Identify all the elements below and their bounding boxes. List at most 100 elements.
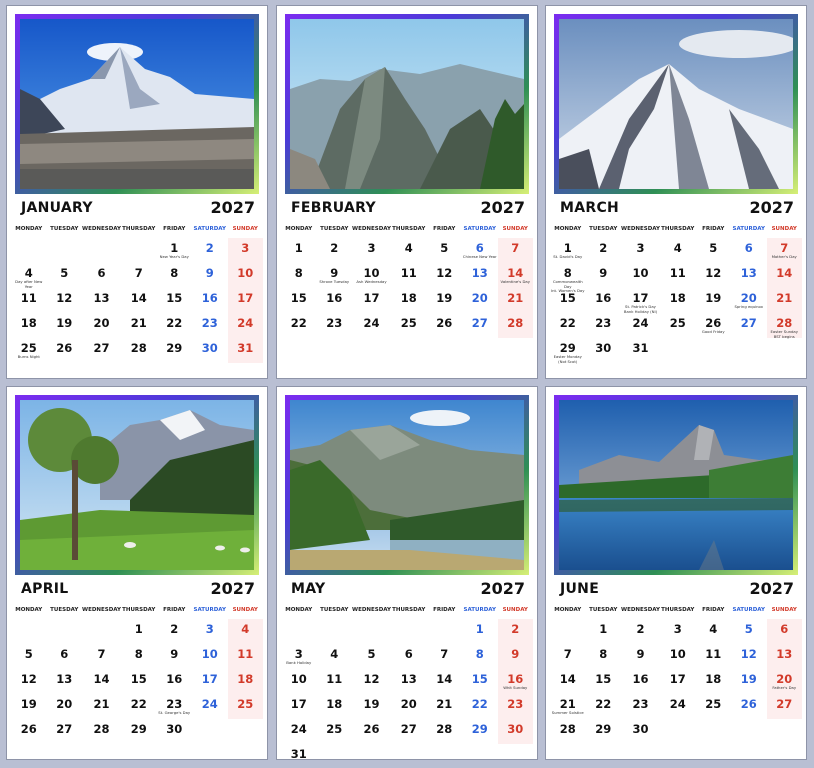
day-number: 17 [290,697,307,711]
day-cell: 4 [696,619,732,644]
day-cell: 25 [696,694,732,719]
day-number: 6 [404,647,413,661]
holiday-note: Spring equinox [734,304,764,309]
day-number: 27 [740,316,757,330]
day-cell: 15 [586,669,622,694]
day-cell [121,363,157,378]
day-number: 6 [475,241,484,255]
weekday-header: SATURDAY [732,226,766,232]
day-cell: 5 [47,263,83,288]
mountain-photo-ben-nevis [290,400,524,570]
weekday-header: FRIDAY [702,226,725,232]
day-number: 20 [471,291,488,305]
weekday-header: SATURDAY [193,607,227,613]
day-number: 3 [673,622,682,636]
weekday-header: WEDNESDAY [82,607,121,613]
day-cell [660,744,696,759]
holiday-note: Mother's Day [771,254,797,259]
day-cell: 11 [696,644,732,669]
month-grid: MONDAY TUESDAY WEDNESDAY THURSDAY FRIDAY SATU… [11,605,263,755]
day-cell: 27 [462,313,498,338]
day-number: 19 [56,316,73,330]
day-number: 26 [705,316,722,330]
day-cell [157,744,193,759]
day-cell [121,238,157,263]
day-cell [11,744,47,759]
day-cell: 2 [317,238,353,263]
day-cell: 2 [497,619,533,644]
day-number: 8 [294,266,303,280]
day-cell: 13 [766,644,802,669]
day-cell: 20 [47,694,83,719]
day-number: 14 [776,266,793,280]
day-cell: 22 [121,694,157,719]
day-cell: 31Bank Holiday [281,744,317,759]
day-cell: 26 [352,719,391,744]
holiday-note: Burns Night [17,354,40,359]
weekday-header: SUNDAY [502,226,528,232]
day-number: 14 [436,672,453,686]
day-number: 28 [559,722,576,736]
day-cell: 12 [696,263,732,288]
day-cell: 18 [696,669,732,694]
day-cell: 16 [621,669,660,694]
day-number: 6 [60,647,69,661]
day-cell: 28 [497,313,533,338]
weekday-header: TUESDAY [320,607,349,613]
day-number: 8 [170,266,179,280]
day-cell: 6 [391,644,427,669]
weekday-header: FRIDAY [163,226,186,232]
day-number: 19 [436,291,453,305]
month-grid: MONDAY TUESDAY WEDNESDAY THURSDAY FRIDAY SATU… [550,224,802,374]
weekday-header: WEDNESDAY [82,226,121,232]
day-cell: 24 [281,719,317,744]
day-cell: 15 [121,669,157,694]
day-number: 28 [776,316,793,330]
day-cell [352,744,391,759]
day-cell: 14 [82,669,121,694]
day-number: 9 [599,266,608,280]
day-cell [696,744,732,759]
holiday-note: Summer Solstice [551,710,584,715]
day-cell: 7 Mother's Day [766,238,802,263]
day-number: 13 [740,266,757,280]
day-cell: 17 [660,669,696,694]
day-cell [391,619,427,644]
day-number: 3 [205,622,214,636]
day-number: 5 [440,241,449,255]
day-number: 15 [595,672,612,686]
day-cell: 1 [462,619,498,644]
day-number: 15 [290,291,307,305]
day-cell [82,238,121,263]
day-number: 8 [475,647,484,661]
day-number: 11 [20,291,37,305]
day-number: 13 [471,266,488,280]
day-cell: 9 [497,644,533,669]
day-cell: 11 [317,669,353,694]
day-number: 22 [595,697,612,711]
day-number: 10 [669,647,686,661]
day-number: 2 [330,241,339,255]
day-number: 23 [166,697,183,711]
day-cell [696,363,732,378]
day-cell: 5 [11,644,47,669]
day-cell: 17 [227,288,263,313]
day-cell [11,619,47,644]
day-cell [228,719,264,744]
day-cell: 4 [227,619,263,644]
day-number: 17 [237,291,254,305]
day-cell: 16 [192,288,228,313]
day-cell: 8 Commonwealth Day Int. Women's Day [550,263,586,293]
holiday-note: Good Friday [701,329,725,334]
weekday-header: SUNDAY [232,226,258,232]
day-cell [731,744,767,759]
day-cell: 20 Spring equinox [731,288,767,313]
day-cell: 9 [192,263,228,288]
day-number: 28 [130,341,147,355]
day-cell: 21 [497,288,533,313]
day-number: 28 [507,316,524,330]
day-number: 23 [201,316,218,330]
day-cell [731,363,767,378]
month-grid: MONDAY TUESDAY WEDNESDAY THURSDAY FRIDAY SATU… [281,605,533,759]
day-cell: 8 [121,644,157,669]
